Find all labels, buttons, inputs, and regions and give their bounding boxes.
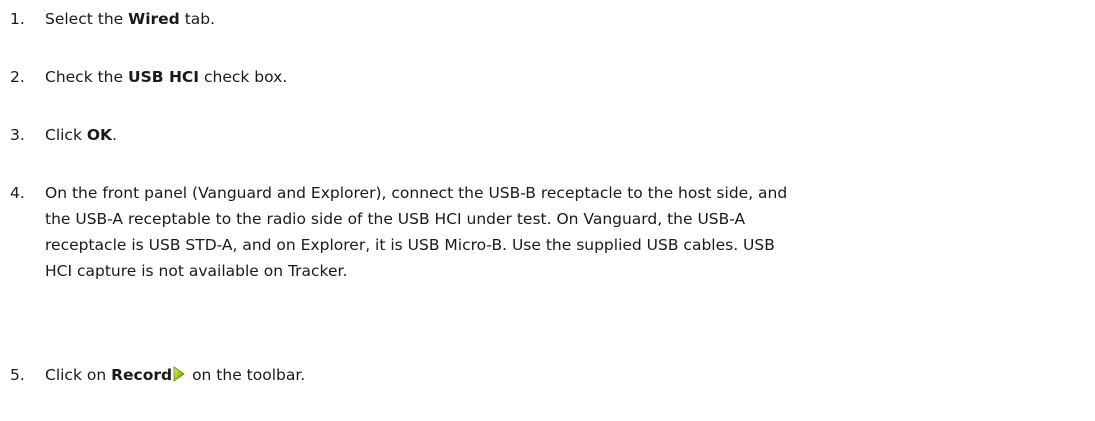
step-line-3: receptacle is USB STD-A, and on Explorer… bbox=[45, 236, 775, 254]
step-text-post: tab. bbox=[179, 10, 216, 28]
step-line-2: the USB-A receptable to the radio side o… bbox=[45, 210, 746, 228]
step-1: 1. Select the Wired tab. bbox=[10, 6, 1070, 32]
step-text-post: on the toolbar. bbox=[187, 366, 306, 384]
step-bold-term: Record bbox=[111, 366, 173, 384]
record-play-icon bbox=[173, 364, 185, 382]
step-text-pre: Click bbox=[45, 126, 87, 144]
step-number: 5. bbox=[10, 366, 25, 384]
step-4: 4. On the front panel (Vanguard and Explo… bbox=[10, 180, 1070, 284]
step-text-pre: Click on bbox=[45, 366, 112, 384]
step-number: 4. bbox=[10, 184, 25, 202]
step-bold-term: Wired bbox=[128, 10, 180, 28]
step-number: 1. bbox=[10, 10, 25, 28]
step-line-1: 4. On the front panel (Vanguard and Explo… bbox=[10, 180, 1070, 206]
step-3: 3. Click OK. bbox=[10, 122, 1070, 148]
step-number: 2. bbox=[10, 68, 25, 86]
step-text-post: . bbox=[112, 126, 117, 144]
step-text-pre: Select the bbox=[45, 10, 129, 28]
step-text-post: check box. bbox=[199, 68, 288, 86]
step-number: 3. bbox=[10, 126, 25, 144]
step-5: 5. Click on Record on the toolbar. bbox=[10, 362, 1070, 388]
step-bold-term: USB HCI bbox=[127, 68, 200, 86]
step-2: 2. Check the USB HCI check box. bbox=[10, 64, 1070, 90]
step-line-4: HCI capture is not available on Tracker. bbox=[45, 262, 348, 280]
step-text-pre: Check the bbox=[45, 68, 128, 86]
step-text: On the front panel (Vanguard and Explore… bbox=[45, 184, 788, 202]
step-bold-term: OK bbox=[86, 126, 113, 144]
